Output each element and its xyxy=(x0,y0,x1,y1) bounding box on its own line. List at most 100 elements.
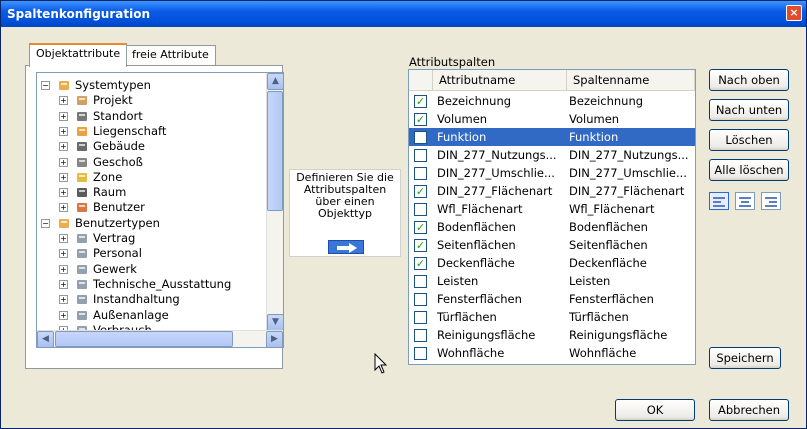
add-arrow-icon[interactable] xyxy=(328,240,364,254)
row-checkbox[interactable]: ✓ xyxy=(414,185,427,198)
expand-icon[interactable]: + xyxy=(59,96,68,106)
column-name-cell[interactable]: Wfl_Flächenart xyxy=(569,200,693,218)
column-name-cell[interactable]: Leisten xyxy=(569,272,693,290)
align-center-icon[interactable] xyxy=(735,192,755,210)
align-left-icon[interactable] xyxy=(709,192,729,210)
expand-icon[interactable]: + xyxy=(59,264,68,274)
scroll-down-icon[interactable]: ▼ xyxy=(267,314,283,331)
attribute-name-cell: DIN_277_Flächenart xyxy=(437,184,553,198)
row-checkbox[interactable]: ✓ xyxy=(414,221,427,234)
row-checkbox[interactable] xyxy=(414,311,427,324)
expand-icon[interactable]: + xyxy=(59,111,68,121)
ok-button[interactable]: OK xyxy=(615,399,695,421)
mouse-cursor-icon xyxy=(374,353,388,374)
column-name-cell[interactable]: Reinigungsfläche xyxy=(569,326,693,344)
expand-icon[interactable]: + xyxy=(59,172,68,182)
attribute-name-cell: DIN_277_Nutzungs... xyxy=(437,148,557,162)
attribute-columns-list[interactable]: Attributname Spaltenname ✓ Bezeichnung Bez… xyxy=(408,69,696,365)
scroll-right-icon[interactable]: ▶ xyxy=(266,331,283,347)
tab-freie-attribute[interactable]: freie Attribute xyxy=(125,45,216,66)
scroll-thumb[interactable] xyxy=(267,91,283,211)
row-checkbox[interactable] xyxy=(414,275,427,288)
header-attribute-name[interactable]: Attributname xyxy=(433,70,567,90)
type-icon xyxy=(75,308,89,322)
list-item[interactable]: Wohnfläche Wohnfläche xyxy=(409,344,695,362)
column-name-cell[interactable]: Fensterflächen xyxy=(569,290,693,308)
title-bar: Spaltenkonfiguration × xyxy=(1,1,806,27)
column-name-cell[interactable]: Deckenfläche xyxy=(569,254,693,272)
list-item[interactable]: ✓ Seitenflächen Seitenflächen xyxy=(409,236,695,254)
scroll-left-icon[interactable]: ◀ xyxy=(37,331,54,347)
list-item[interactable]: ✓ Bodenflächen Bodenflächen xyxy=(409,218,695,236)
expand-icon[interactable]: + xyxy=(59,279,68,289)
column-name-cell[interactable]: Wohnfläche xyxy=(569,344,693,362)
header-column-name[interactable]: Spaltenname xyxy=(567,70,695,90)
row-checkbox[interactable]: ✓ xyxy=(414,95,427,108)
row-checkbox[interactable] xyxy=(414,293,427,306)
row-checkbox[interactable] xyxy=(414,167,427,180)
column-name-cell[interactable]: Bezeichnung xyxy=(569,92,693,110)
expand-icon[interactable]: + xyxy=(59,157,68,167)
move-down-button[interactable]: Nach unten xyxy=(709,99,789,121)
move-up-button[interactable]: Nach oben xyxy=(709,69,789,91)
list-item[interactable]: Reinigungsfläche Reinigungsfläche xyxy=(409,326,695,344)
list-item[interactable]: Leisten Leisten xyxy=(409,272,695,290)
row-checkbox[interactable]: ✓ xyxy=(414,113,427,126)
collapse-icon[interactable]: − xyxy=(41,218,50,228)
column-name-cell[interactable]: DIN_277_Nutzungs... xyxy=(569,146,693,164)
column-name-cell[interactable]: DIN_277_Umschlie... xyxy=(569,164,693,182)
list-item[interactable]: ✓ Bezeichnung Bezeichnung xyxy=(409,92,695,110)
cancel-button[interactable]: Abbrechen xyxy=(709,399,789,421)
tree-item-label: Vertrag xyxy=(93,231,136,245)
tree-item-label: Projekt xyxy=(93,93,133,108)
expand-icon[interactable]: + xyxy=(59,295,68,305)
attribute-name-cell: Wohnfläche xyxy=(437,346,505,360)
column-name-cell[interactable]: Bodenflächen xyxy=(569,218,693,236)
column-name-cell[interactable]: Funktion xyxy=(569,128,693,146)
expand-icon[interactable]: + xyxy=(59,234,68,243)
row-checkbox[interactable]: ✓ xyxy=(414,239,427,252)
tree-horizontal-scrollbar[interactable]: ◀ ▶ xyxy=(37,330,283,347)
list-item[interactable]: ✓ Volumen Volumen xyxy=(409,110,695,128)
list-item[interactable]: ✓ Deckenfläche Deckenfläche xyxy=(409,254,695,272)
system-types-icon xyxy=(57,78,71,92)
project-icon xyxy=(75,93,89,107)
type-icon xyxy=(75,277,89,291)
delete-button[interactable]: Löschen xyxy=(709,129,789,151)
align-right-icon[interactable] xyxy=(761,192,781,210)
tree-vertical-scrollbar[interactable]: ▲ ▼ xyxy=(266,73,283,331)
collapse-icon[interactable]: − xyxy=(41,81,50,90)
row-checkbox[interactable]: ✓ xyxy=(414,257,427,270)
list-item[interactable]: Türflächen Türflächen xyxy=(409,308,695,326)
expand-icon[interactable]: + xyxy=(59,310,68,320)
column-name-cell[interactable]: Seitenflächen xyxy=(569,236,693,254)
expand-icon[interactable]: + xyxy=(59,203,68,213)
scroll-up-icon[interactable]: ▲ xyxy=(267,73,283,90)
list-item[interactable]: Funktion Funktion xyxy=(409,128,695,146)
list-item[interactable]: Fensterflächen Fensterflächen xyxy=(409,290,695,308)
save-button[interactable]: Speichern xyxy=(709,347,781,369)
object-type-tree[interactable]: − Systemtypen + Projekt + Standort + Liegenscha… xyxy=(36,72,284,348)
tree-item-label: Geschoß xyxy=(93,154,143,169)
expand-icon[interactable]: + xyxy=(59,142,68,152)
column-name-cell[interactable]: DIN_277_Flächenart xyxy=(569,182,693,200)
row-checkbox[interactable] xyxy=(414,131,427,144)
close-button[interactable]: × xyxy=(786,5,802,21)
list-item[interactable]: ✓ DIN_277_Flächenart DIN_277_Flächenart xyxy=(409,182,695,200)
column-name-cell[interactable]: Türflächen xyxy=(569,308,693,326)
horizontal-scroll-thumb[interactable] xyxy=(55,331,233,347)
row-checkbox[interactable] xyxy=(414,329,427,342)
delete-all-button[interactable]: Alle löschen xyxy=(709,159,789,181)
row-checkbox[interactable] xyxy=(414,203,427,216)
expand-icon[interactable]: + xyxy=(59,188,68,198)
expand-icon[interactable]: + xyxy=(59,126,68,136)
expand-icon[interactable]: + xyxy=(59,249,68,259)
column-name-cell[interactable]: Volumen xyxy=(569,110,693,128)
list-item[interactable]: DIN_277_Nutzungs... DIN_277_Nutzungs... xyxy=(409,146,695,164)
row-checkbox[interactable] xyxy=(414,347,427,360)
row-checkbox[interactable] xyxy=(414,149,427,162)
tree-item-label: Raum xyxy=(93,185,127,200)
list-item[interactable]: Wfl_Flächenart Wfl_Flächenart xyxy=(409,200,695,218)
tab-objektattribute[interactable]: Objektattribute xyxy=(29,43,128,67)
list-item[interactable]: DIN_277_Umschlie... DIN_277_Umschlie... xyxy=(409,164,695,182)
